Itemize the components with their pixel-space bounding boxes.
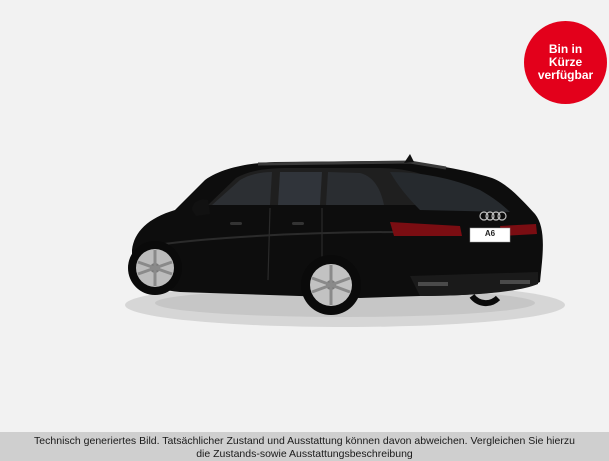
vehicle-image-stage: A6 Bin in Kürze verfügbar Technisch gene… bbox=[0, 0, 609, 461]
badge-line-3: verfügbar bbox=[537, 68, 594, 82]
image-disclaimer: Technisch generiertes Bild. Tatsächliche… bbox=[0, 432, 609, 461]
license-plate-text: A6 bbox=[484, 229, 496, 238]
availability-badge: Bin in Kürze verfügbar bbox=[524, 21, 607, 104]
disclaimer-line-2: die Zustands-sowie Ausstattungsbeschreib… bbox=[196, 448, 413, 460]
disclaimer-line-1: Technisch generiertes Bild. Tatsächliche… bbox=[34, 435, 575, 447]
car-image bbox=[125, 154, 565, 327]
